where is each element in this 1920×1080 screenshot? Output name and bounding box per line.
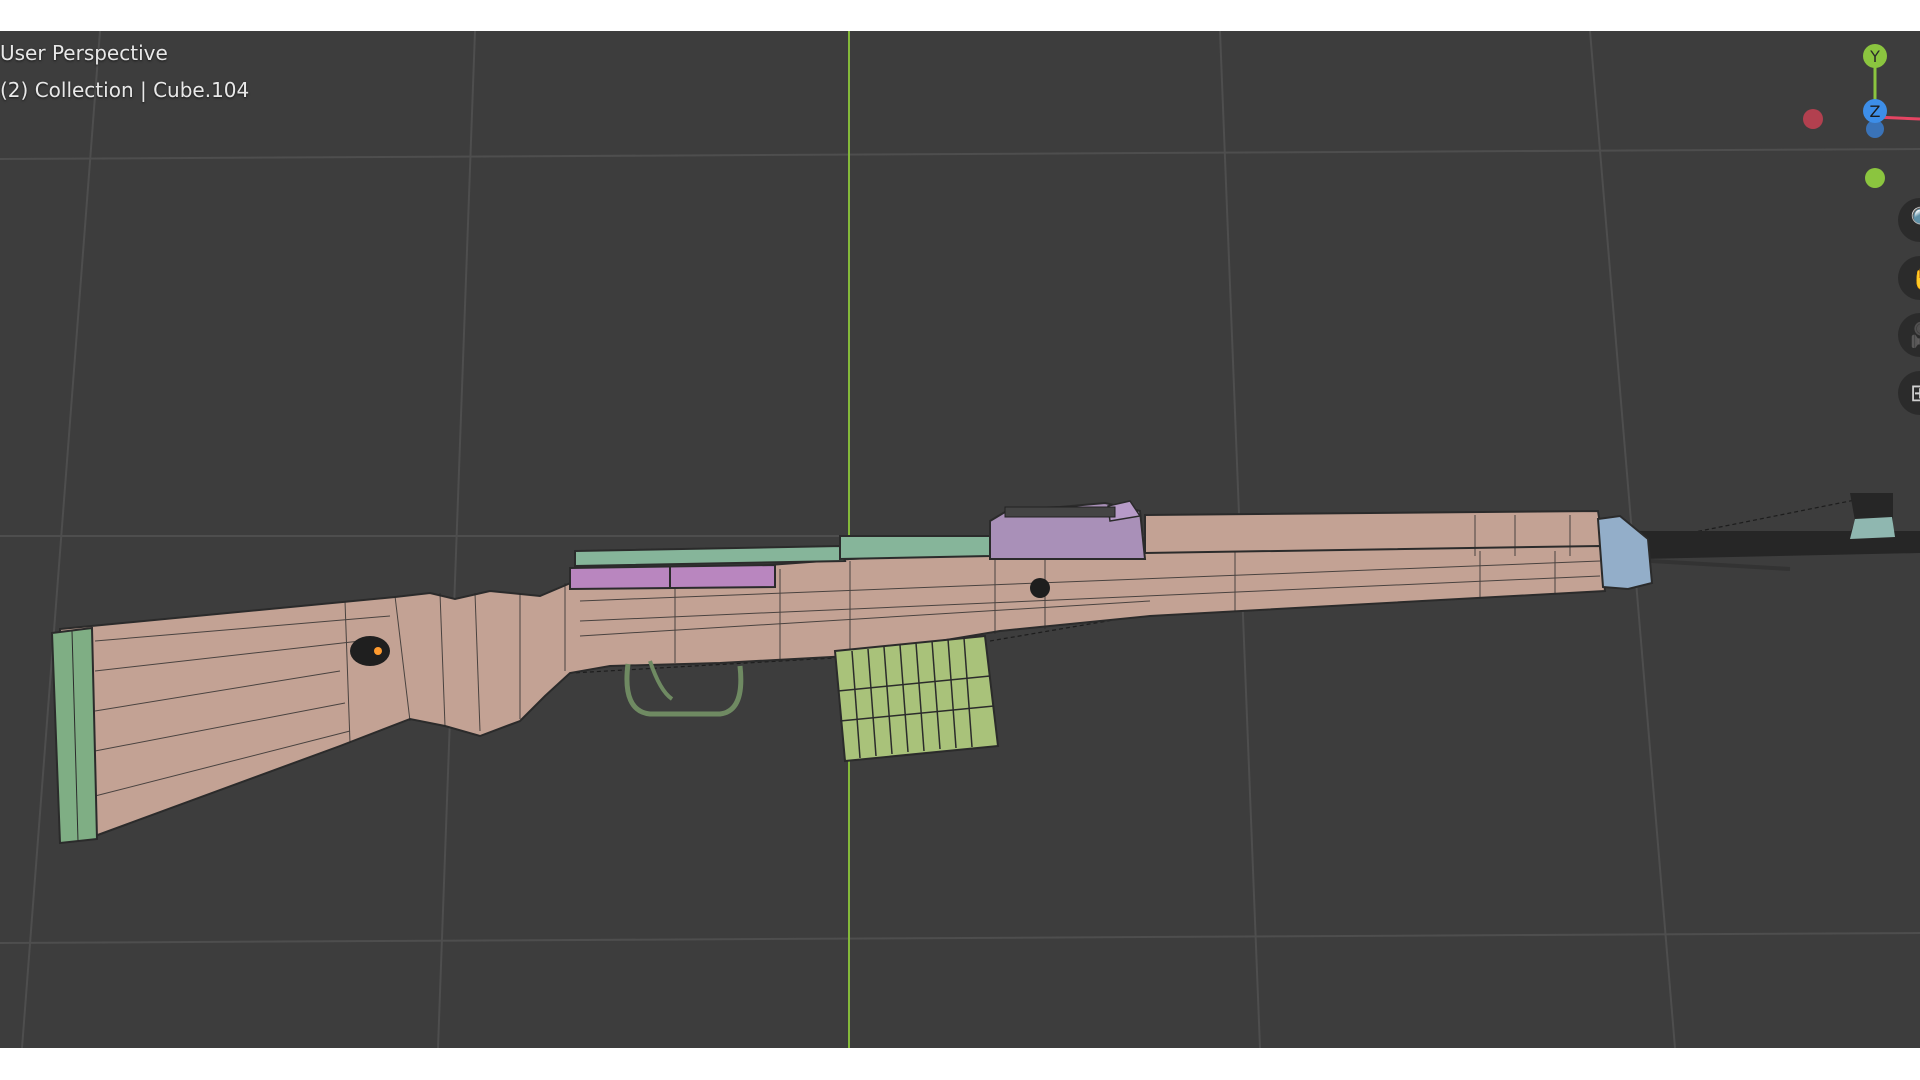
hand-icon: ✋: [1910, 264, 1920, 292]
camera-icon: 🎥: [1910, 321, 1920, 349]
rifle-model[interactable]: [50, 493, 1920, 845]
grid-ortho-icon: ⊞: [1910, 379, 1920, 407]
active-object-label: (2) Collection | Cube.104: [0, 78, 250, 102]
trigger-guard: [624, 663, 744, 717]
magazine: [833, 634, 1000, 763]
view-label: User Perspective: [0, 41, 168, 65]
gizmo-y-negative[interactable]: [1865, 168, 1885, 188]
sling-swivel: [350, 636, 390, 666]
scene-canvas[interactable]: Y Z: [0, 31, 1920, 1048]
gizmo-y-label: Y: [1869, 47, 1880, 66]
receiver-cover: [569, 563, 776, 591]
gizmo-z-label: Z: [1870, 102, 1881, 121]
navigation-gizmo[interactable]: Y Z: [1803, 44, 1920, 188]
stock: [58, 544, 1607, 843]
stock-screw: [1030, 578, 1050, 598]
gizmo-x-negative[interactable]: [1803, 109, 1823, 129]
barrel-band: [1596, 514, 1654, 591]
3d-viewport[interactable]: Y Z User Perspective (2) Collection | Cu…: [0, 31, 1920, 1048]
magnifier-icon: 🔍: [1910, 206, 1920, 234]
